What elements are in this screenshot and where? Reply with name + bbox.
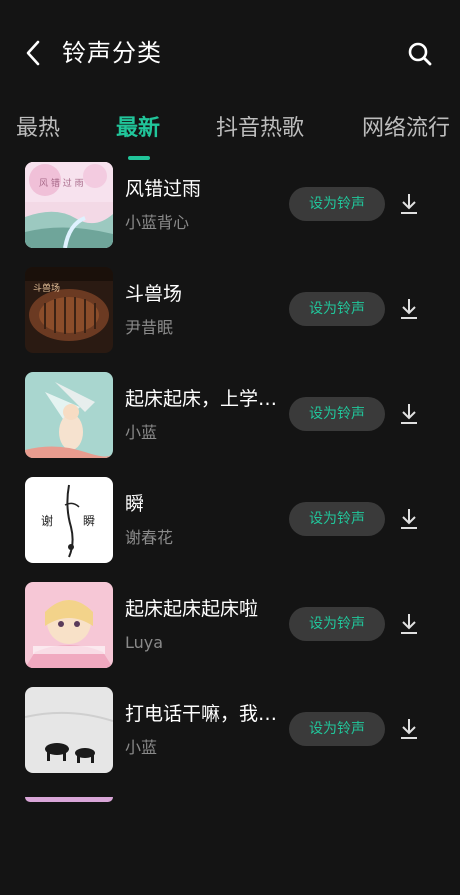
tab-newest[interactable]: 最新	[116, 108, 160, 150]
album-cover	[25, 582, 113, 668]
tab-internet-popular[interactable]: 网络流行	[362, 108, 450, 150]
artist-name: Luya	[125, 633, 164, 652]
download-icon	[401, 194, 417, 214]
search-button[interactable]	[404, 38, 436, 70]
song-title: 打电话干嘛，我…	[125, 703, 278, 725]
set-ringtone-button[interactable]: 设为铃声	[289, 607, 385, 641]
album-cover: 斗兽场	[25, 267, 113, 353]
song-title: 风错过雨	[125, 178, 202, 200]
artist-name: 尹昔眠	[125, 318, 174, 337]
artist-name: 谢春花	[125, 528, 174, 547]
svg-text:瞬: 瞬	[83, 514, 95, 528]
search-icon	[408, 42, 432, 66]
download-button[interactable]	[396, 610, 422, 638]
svg-text:风 错 过 雨: 风 错 过 雨	[39, 177, 84, 189]
list-item[interactable]: 斗兽场 斗兽场 尹昔眠 设为铃声	[0, 265, 460, 370]
list-item[interactable]: 谢 瞬 瞬 谢春花 设为铃声	[0, 475, 460, 580]
list-item[interactable]: 起床起床起床啦 Luya 设为铃声	[0, 580, 460, 685]
download-button[interactable]	[396, 715, 422, 743]
download-button[interactable]	[396, 295, 422, 323]
page-title: 铃声分类	[62, 39, 162, 67]
download-button[interactable]	[396, 400, 422, 428]
album-cover	[25, 792, 113, 802]
download-icon	[401, 299, 417, 319]
list-item[interactable]: 起床起床，上学… 小蓝 设为铃声	[0, 370, 460, 475]
download-icon	[401, 614, 417, 634]
list-item[interactable]: 风 错 过 雨 风错过雨 小蓝背心 设为铃声	[0, 160, 460, 265]
download-icon	[401, 404, 417, 424]
set-ringtone-button[interactable]: 设为铃声	[289, 187, 385, 221]
ringtone-list: 风 错 过 雨 风错过雨 小蓝背心 设为铃声 斗兽场 斗兽场 尹昔眠 设为铃声 …	[0, 160, 460, 802]
category-tabs: 最热 最新 抖音热歌 网络流行	[0, 108, 460, 158]
album-cover: 风 错 过 雨	[25, 162, 113, 248]
download-button[interactable]	[396, 190, 422, 218]
list-item[interactable]	[0, 790, 460, 895]
song-title: 起床起床，上学…	[125, 388, 278, 410]
set-ringtone-button[interactable]: 设为铃声	[289, 292, 385, 326]
set-ringtone-button[interactable]: 设为铃声	[289, 712, 385, 746]
list-item[interactable]: 打电话干嘛，我… 小蓝 设为铃声	[0, 685, 460, 790]
download-icon	[401, 719, 417, 739]
download-button[interactable]	[396, 505, 422, 533]
song-title: 起床起床起床啦	[125, 598, 259, 620]
svg-text:谢: 谢	[41, 513, 53, 528]
artist-name: 小蓝	[125, 423, 158, 442]
tab-hottest[interactable]: 最热	[16, 108, 60, 150]
back-button[interactable]	[18, 36, 48, 70]
svg-text:斗兽场: 斗兽场	[33, 282, 60, 294]
song-title: 瞬	[125, 493, 145, 515]
set-ringtone-button[interactable]: 设为铃声	[289, 502, 385, 536]
download-icon	[401, 509, 417, 529]
tab-douyin-hits[interactable]: 抖音热歌	[216, 108, 304, 150]
back-arrow-icon	[26, 40, 40, 66]
header: 铃声分类	[0, 0, 460, 100]
album-cover	[25, 372, 113, 458]
artist-name: 小蓝	[125, 738, 158, 757]
album-cover	[25, 687, 113, 773]
song-title: 斗兽场	[125, 283, 183, 305]
artist-name: 小蓝背心	[125, 213, 190, 232]
album-cover: 谢 瞬	[25, 477, 113, 563]
set-ringtone-button[interactable]: 设为铃声	[289, 397, 385, 431]
